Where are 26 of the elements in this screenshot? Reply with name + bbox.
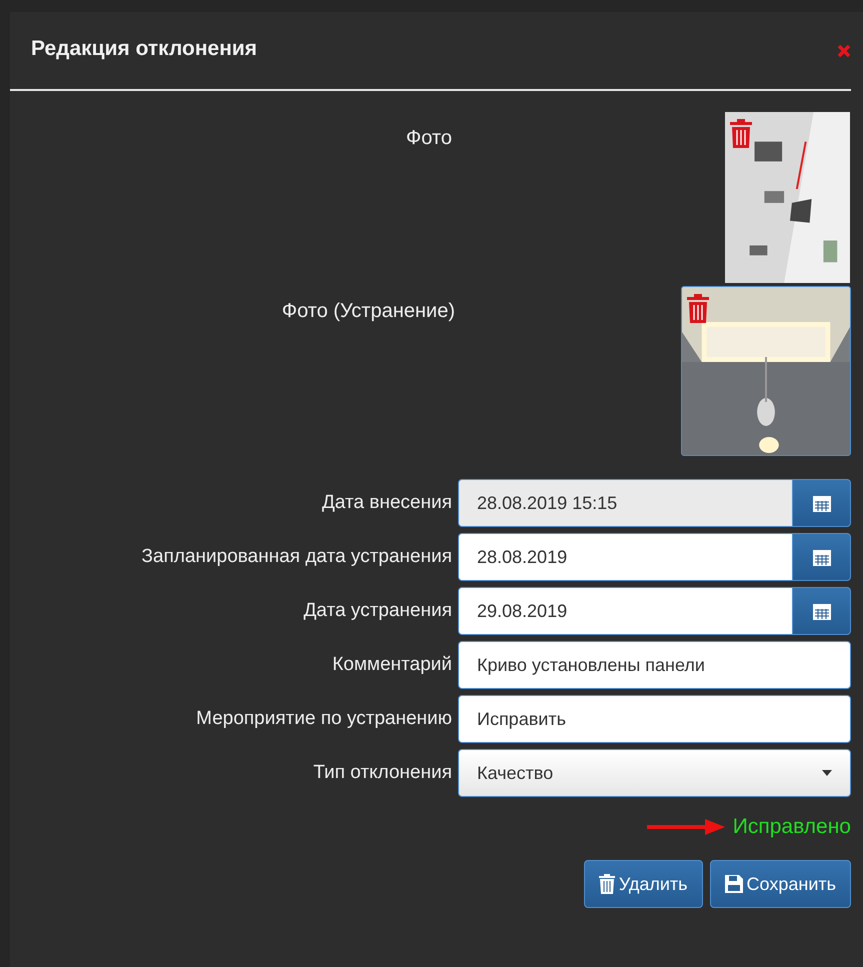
- field-label: Запланированная дата устранения: [140, 546, 452, 568]
- trash-icon: [598, 874, 615, 894]
- date-field[interactable]: 29.08.2019: [458, 587, 793, 635]
- calendar-button[interactable]: [793, 479, 851, 527]
- text-field[interactable]: Криво установлены панели: [458, 641, 851, 689]
- select-dropdown[interactable]: Качество: [458, 749, 851, 797]
- arrow-icon: [646, 819, 725, 835]
- close-icon[interactable]: [837, 44, 851, 58]
- field-label: Дата внесения: [321, 492, 452, 514]
- date-field[interactable]: 28.08.2019: [458, 533, 793, 581]
- action-button[interactable]: Удалить: [584, 860, 703, 908]
- photo-label: Фото (Устранение): [280, 300, 455, 323]
- calendar-button[interactable]: [793, 587, 851, 635]
- photo-label: Фото: [405, 127, 452, 150]
- trash-icon[interactable]: [686, 292, 710, 324]
- status-text: Исправлено: [732, 815, 851, 839]
- field-label: Тип отклонения: [312, 762, 452, 784]
- action-button[interactable]: Сохранить: [710, 860, 851, 908]
- field-label: Комментарий: [331, 654, 452, 676]
- calendar-button[interactable]: [793, 533, 851, 581]
- field-label: Мероприятие по устранению: [195, 708, 452, 730]
- trash-icon[interactable]: [729, 117, 753, 149]
- field-label: Дата устранения: [302, 600, 452, 622]
- caret-icon: [822, 770, 832, 776]
- text-field[interactable]: Исправить: [458, 695, 851, 743]
- dialog-title: Редакция отклонения: [31, 37, 258, 61]
